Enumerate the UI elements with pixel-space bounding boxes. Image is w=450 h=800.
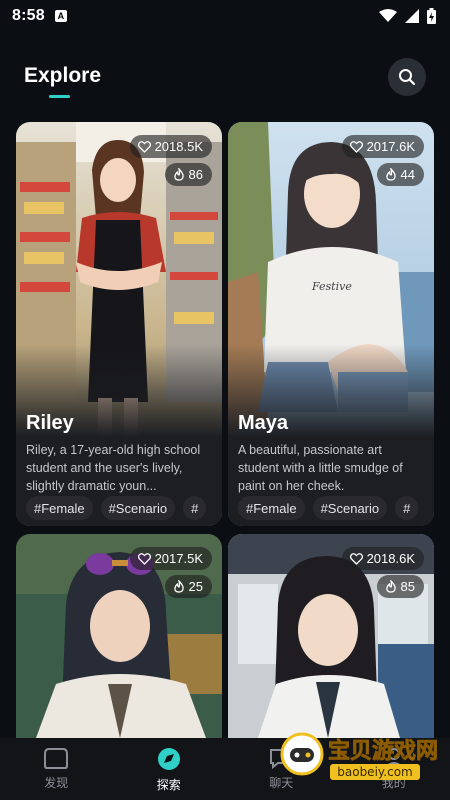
tag-list: #Female #Scenario # <box>26 496 222 520</box>
wifi-icon <box>379 9 397 22</box>
likes-badge: 2018.6K <box>341 547 424 570</box>
fire-badge: 85 <box>376 575 424 598</box>
fire-count: 44 <box>400 167 415 182</box>
fire-count: 85 <box>400 579 415 594</box>
page-title: Explore <box>24 64 102 87</box>
character-description: Riley, a 17-year-old high school student… <box>26 443 201 493</box>
battery-icon <box>427 8 436 24</box>
nav-discover-label: 发现 <box>44 776 69 790</box>
tag-chip[interactable]: #Female <box>238 496 305 520</box>
tag-chip[interactable]: #Scenario <box>312 496 388 520</box>
fire-icon <box>385 580 396 593</box>
character-name: Maya <box>238 412 289 434</box>
fire-count: 86 <box>188 167 203 182</box>
fire-badge: 86 <box>164 163 212 186</box>
nav-explore[interactable]: 探索 <box>113 738 226 800</box>
likes-badge: 2018.5K <box>129 135 212 158</box>
heart-icon <box>137 552 151 565</box>
search-icon <box>399 69 416 86</box>
status-time: 8:58 <box>12 7 45 24</box>
fire-icon <box>173 580 184 593</box>
character-name: Riley <box>26 412 74 434</box>
status-icons <box>379 8 436 24</box>
fire-icon <box>385 168 396 181</box>
tag-chip[interactable]: #Female <box>26 496 93 520</box>
watermark-url: baobeiy.com <box>337 765 412 779</box>
character-card[interactable]: 2017.5K 25 <box>16 534 222 738</box>
fire-badge: 25 <box>164 575 212 598</box>
fire-count: 25 <box>188 579 203 594</box>
search-button[interactable] <box>388 58 426 96</box>
character-card[interactable]: 2018.6K 85 <box>228 534 434 738</box>
header: Explore <box>0 52 450 108</box>
explore-icon <box>157 748 180 770</box>
nav-discover[interactable]: 发现 <box>0 738 113 800</box>
character-card-riley[interactable]: 2018.5K 86 Riley Riley, a 17-year-old hi… <box>16 122 222 526</box>
status-bar: 8:58 A <box>0 0 450 32</box>
watermark-logo: 宝贝游戏网 baobeiy.com <box>280 732 438 780</box>
likes-badge: 2017.5K <box>129 547 212 570</box>
watermark-title: 宝贝游戏网 <box>328 738 438 764</box>
nav-explore-label: 探索 <box>156 778 181 792</box>
title-underline <box>49 95 70 98</box>
notification-a-icon: A <box>54 10 67 22</box>
character-description: A beautiful, passionate art student with… <box>238 443 403 493</box>
discover-icon <box>44 748 69 769</box>
fire-icon <box>173 168 184 181</box>
heart-icon <box>349 140 363 153</box>
likes-count: 2017.5K <box>154 551 203 566</box>
signal-icon <box>405 9 419 23</box>
heart-icon <box>349 552 363 565</box>
likes-badge: 2017.6K <box>341 135 424 158</box>
character-card-maya[interactable]: Festive 2017.6K 44 Maya A beautiful, pas… <box>228 122 434 526</box>
heart-icon <box>137 140 151 153</box>
likes-count: 2017.6K <box>366 139 415 154</box>
fire-badge: 44 <box>376 163 424 186</box>
likes-count: 2018.5K <box>154 139 203 154</box>
tag-list: #Female #Scenario # <box>238 496 434 520</box>
tag-chip[interactable]: #Scenario <box>100 496 176 520</box>
likes-count: 2018.6K <box>366 551 415 566</box>
tag-chip[interactable]: # <box>395 496 419 520</box>
tag-chip[interactable]: # <box>183 496 207 520</box>
